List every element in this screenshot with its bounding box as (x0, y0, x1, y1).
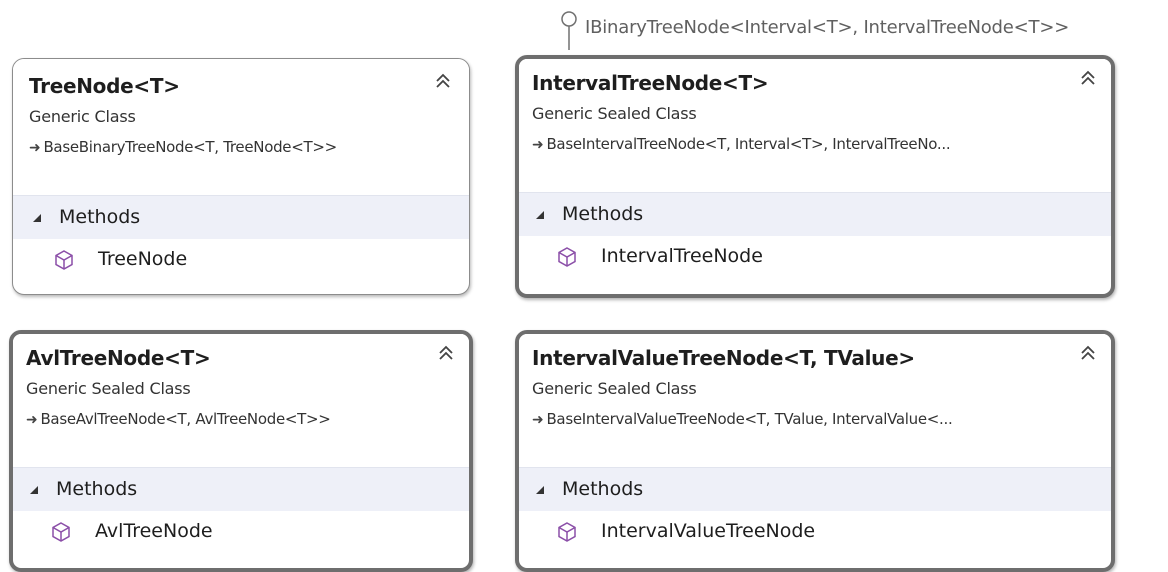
class-header: TreeNode<T> Generic Class ➜ BaseBinaryTre… (13, 59, 469, 195)
base-class-label: BaseIntervalTreeNode<T, Interval<T>, Int… (546, 135, 951, 153)
methods-section-header[interactable]: Methods (13, 195, 469, 239)
base-class-label: BaseBinaryTreeNode<T, TreeNode<T>> (43, 138, 337, 156)
section-label: Methods (56, 478, 138, 500)
inherits-arrow-icon: ➜ (29, 140, 41, 156)
class-kind: Generic Class (29, 107, 136, 126)
class-kind: Generic Sealed Class (26, 379, 191, 398)
class-box-avltreenode[interactable]: AvlTreeNode<T> Generic Sealed Class ➜ Bas… (9, 330, 473, 572)
class-base: ➜ BaseIntervalValueTreeNode<T, TValue, In… (532, 410, 953, 428)
class-box-intervaltreenode[interactable]: IntervalTreeNode<T> Generic Sealed Class… (515, 55, 1115, 298)
expand-triangle-icon (536, 486, 544, 494)
base-class-label: BaseAvlTreeNode<T, AvlTreeNode<T>> (40, 410, 331, 428)
expand-triangle-icon (30, 486, 38, 494)
base-class-label: BaseIntervalValueTreeNode<T, TValue, Int… (546, 410, 953, 428)
method-label: AvlTreeNode (95, 520, 213, 542)
inherits-arrow-icon: ➜ (26, 412, 38, 428)
class-kind: Generic Sealed Class (532, 379, 697, 398)
collapse-chevron-icon[interactable] (1078, 68, 1098, 88)
section-label: Methods (59, 206, 141, 228)
class-base: ➜ BaseBinaryTreeNode<T, TreeNode<T>> (29, 138, 337, 156)
class-header: AvlTreeNode<T> Generic Sealed Class ➜ Bas… (13, 334, 469, 467)
expand-triangle-icon (33, 214, 41, 222)
class-title: IntervalTreeNode<T> (532, 71, 769, 95)
expand-triangle-icon (536, 211, 544, 219)
method-cube-icon (558, 522, 576, 542)
class-box-treenode[interactable]: TreeNode<T> Generic Class ➜ BaseBinaryTre… (12, 58, 470, 295)
interface-label: IBinaryTreeNode<Interval<T>, IntervalTre… (585, 17, 1070, 38)
method-cube-icon (558, 247, 576, 267)
class-header: IntervalValueTreeNode<T, TValue> Generic… (519, 334, 1111, 467)
section-label: Methods (562, 203, 644, 225)
methods-section-header[interactable]: Methods (519, 192, 1111, 236)
methods-section-header[interactable]: Methods (13, 467, 469, 511)
class-kind: Generic Sealed Class (532, 104, 697, 123)
class-base: ➜ BaseAvlTreeNode<T, AvlTreeNode<T>> (26, 410, 331, 428)
class-title: TreeNode<T> (29, 74, 180, 98)
inherits-arrow-icon: ➜ (532, 412, 544, 428)
class-header: IntervalTreeNode<T> Generic Sealed Class… (519, 59, 1111, 192)
interface-lollipop-icon (561, 11, 577, 50)
section-label: Methods (562, 478, 644, 500)
method-label: TreeNode (98, 248, 188, 270)
collapse-chevron-icon[interactable] (1078, 343, 1098, 363)
method-label: IntervalTreeNode (601, 245, 763, 267)
class-base: ➜ BaseIntervalTreeNode<T, Interval<T>, In… (532, 135, 951, 153)
collapse-chevron-icon[interactable] (436, 343, 456, 363)
method-label: IntervalValueTreeNode (601, 520, 816, 542)
inherits-arrow-icon: ➜ (532, 137, 544, 153)
method-item[interactable]: AvlTreeNode (13, 511, 469, 555)
class-title: IntervalValueTreeNode<T, TValue> (532, 346, 915, 370)
method-cube-icon (55, 250, 73, 270)
collapse-chevron-icon[interactable] (433, 71, 453, 91)
class-box-intervalvaluetreenode[interactable]: IntervalValueTreeNode<T, TValue> Generic… (515, 330, 1115, 572)
method-item[interactable]: IntervalTreeNode (519, 236, 1111, 280)
method-item[interactable]: IntervalValueTreeNode (519, 511, 1111, 555)
methods-section-header[interactable]: Methods (519, 467, 1111, 511)
method-cube-icon (52, 522, 70, 542)
class-title: AvlTreeNode<T> (26, 346, 211, 370)
method-item[interactable]: TreeNode (13, 239, 469, 283)
